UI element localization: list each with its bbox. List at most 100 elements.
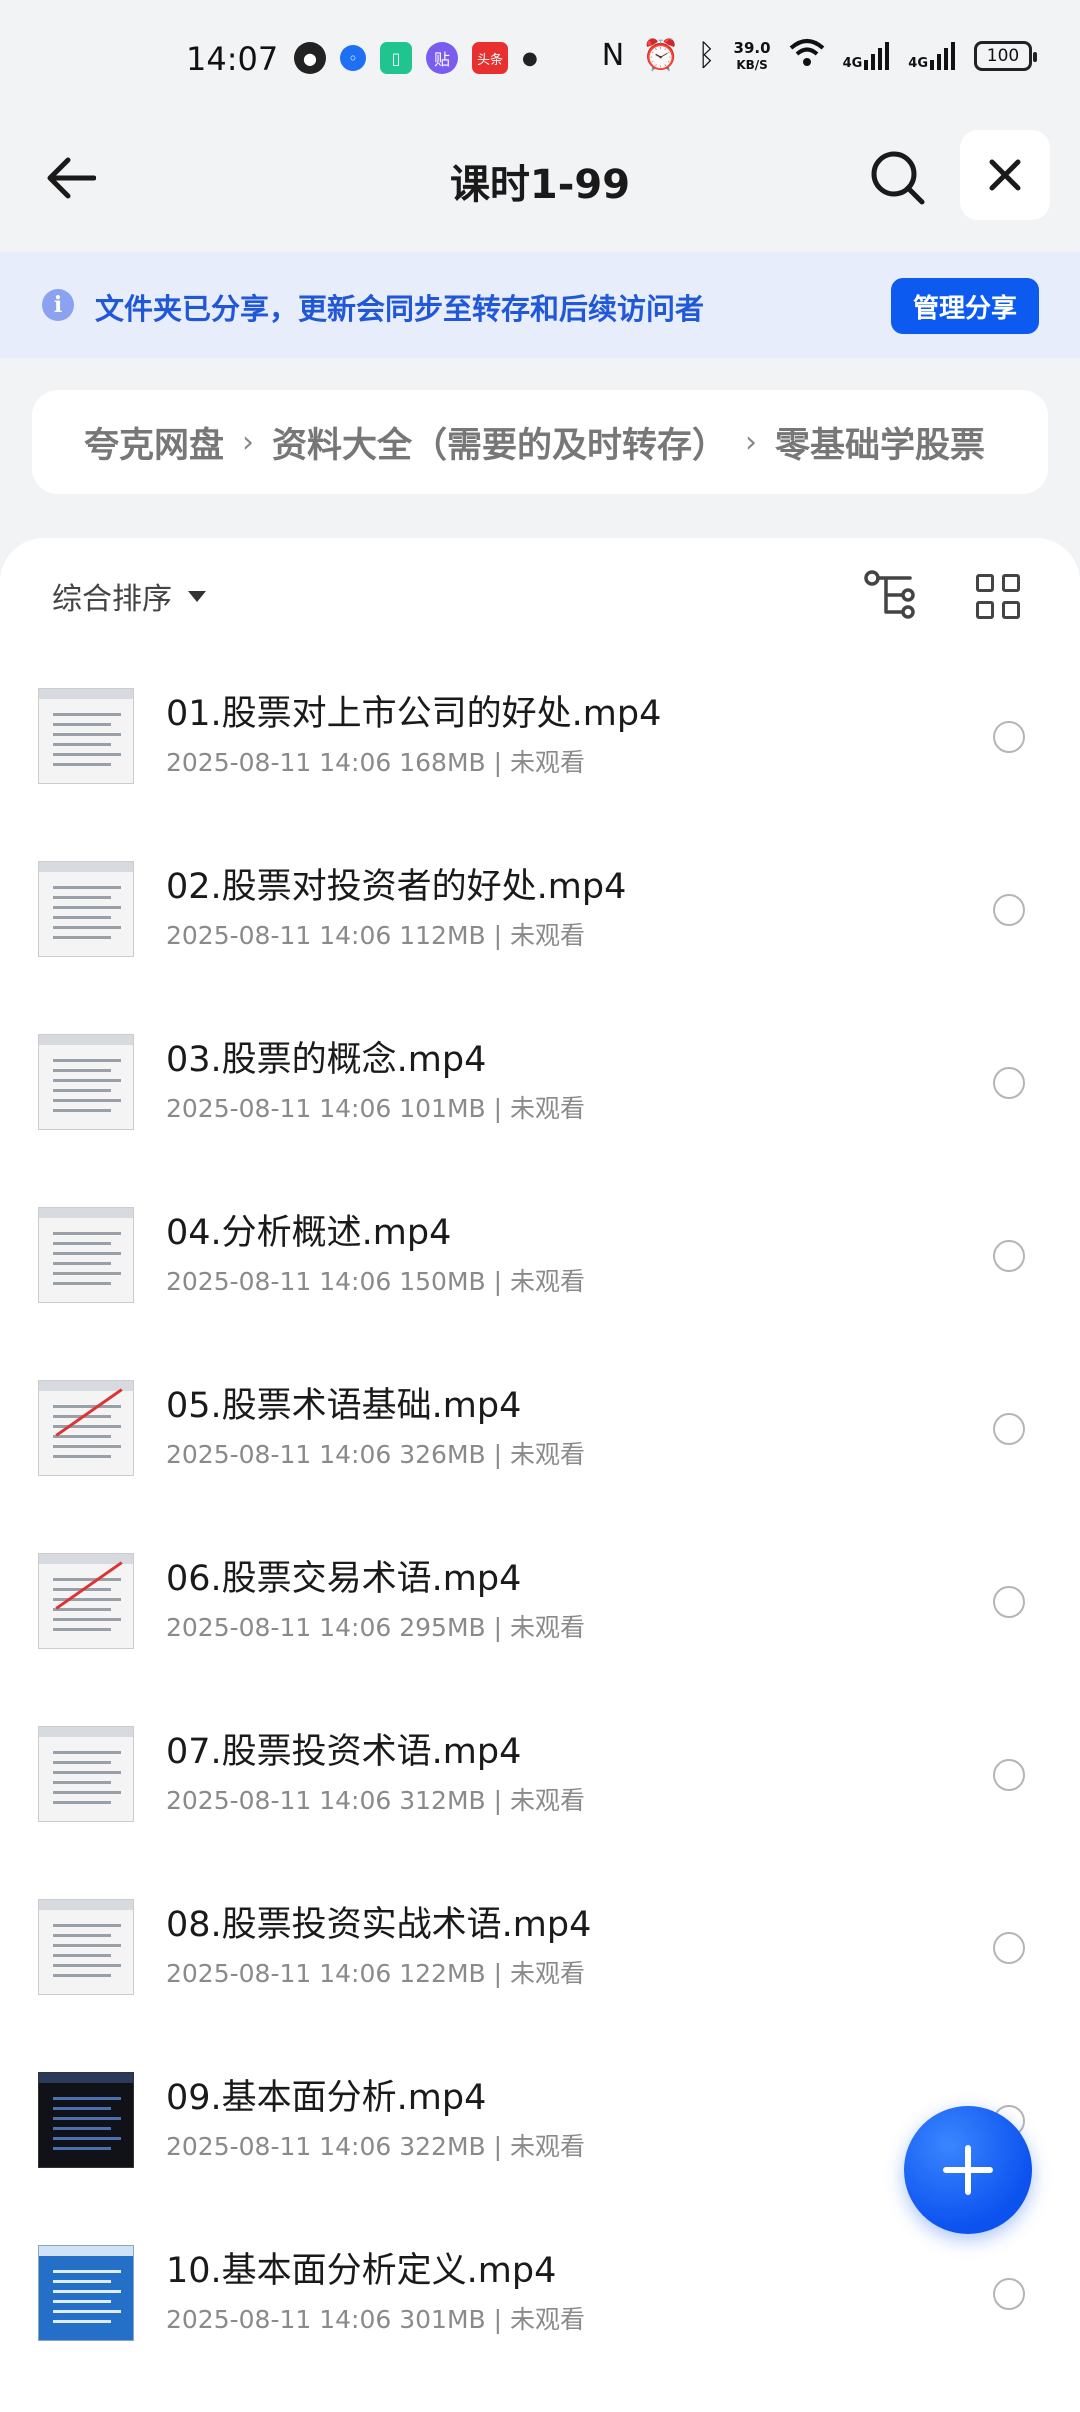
thumbnail-text-line: [53, 753, 121, 756]
file-row[interactable]: 07.股票投资术语.mp4 2025-08-11 14:06 312MB | 未观…: [0, 1691, 1080, 1864]
wifi-icon: [789, 38, 825, 74]
thumbnail-text-line: [53, 1964, 121, 1967]
caret-down-icon: [188, 590, 206, 602]
select-radio[interactable]: [993, 894, 1025, 926]
file-row[interactable]: 01.股票对上市公司的好处.mp4 2025-08-11 14:06 168MB …: [0, 653, 1080, 826]
thumbnail-text-line: [53, 1445, 121, 1448]
file-row[interactable]: 03.股票的概念.mp4 2025-08-11 14:06 101MB | 未观看: [0, 999, 1080, 1172]
thumbnail-text-line: [53, 1934, 111, 1937]
thumbnail-text-line: [53, 1618, 121, 1621]
thumbnail-text-line: [53, 1974, 111, 1977]
network-speed: 39.0 KB/S: [734, 40, 771, 73]
nfc-icon: N: [601, 38, 625, 73]
thumbnail-toolbar: [39, 2073, 133, 2083]
thumbnail-text-line: [53, 2097, 121, 2100]
video-thumbnail: [38, 688, 134, 784]
video-thumbnail: [38, 1207, 134, 1303]
breadcrumb-separator-icon: ›: [242, 424, 255, 460]
video-thumbnail: [38, 1899, 134, 1995]
thumbnail-text-line: [53, 1455, 111, 1458]
breadcrumb-item-root[interactable]: 夸克网盘: [84, 417, 224, 468]
select-radio[interactable]: [993, 1067, 1025, 1099]
select-radio[interactable]: [993, 1759, 1025, 1791]
file-row[interactable]: 08.股票投资实战术语.mp4 2025-08-11 14:06 122MB | …: [0, 1864, 1080, 2037]
video-thumbnail: [38, 1034, 134, 1130]
tree-structure-icon: [864, 570, 915, 619]
video-thumbnail: [38, 861, 134, 957]
thumbnail-text-line: [53, 1751, 121, 1754]
thumbnail-text-line: [53, 936, 111, 939]
header: 课时1-99: [0, 122, 1080, 252]
file-meta: 2025-08-11 14:06 168MB | 未观看: [166, 748, 585, 777]
select-radio[interactable]: [993, 1932, 1025, 1964]
file-meta: 2025-08-11 14:06 101MB | 未观看: [166, 1094, 585, 1123]
search-button[interactable]: [868, 148, 928, 208]
file-meta: 2025-08-11 14:06 122MB | 未观看: [166, 1959, 585, 1988]
thumbnail-text-line: [53, 916, 111, 919]
signal-icon-2: 4G: [908, 42, 956, 70]
robot-icon: ●: [294, 42, 326, 74]
file-meta: 2025-08-11 14:06 322MB | 未观看: [166, 2132, 585, 2161]
manage-share-button[interactable]: 管理分享: [891, 278, 1039, 334]
sort-dropdown[interactable]: 综合排序: [52, 574, 206, 618]
video-thumbnail: [38, 1380, 134, 1476]
thumbnail-text-line: [53, 1608, 111, 1611]
thumbnail-text-line: [53, 2320, 111, 2323]
thumbnail-text-line: [53, 733, 121, 736]
thumbnail-text-line: [53, 1771, 121, 1774]
select-radio[interactable]: [993, 2278, 1025, 2310]
thumbnail-text-line: [53, 1089, 111, 1092]
video-thumbnail: [38, 1726, 134, 1822]
file-row[interactable]: 06.股票交易术语.mp4 2025-08-11 14:06 295MB | 未观…: [0, 1518, 1080, 1691]
select-radio[interactable]: [993, 1240, 1025, 1272]
thumbnail-text-line: [53, 1761, 111, 1764]
tree-view-button[interactable]: [862, 568, 918, 624]
file-name: 02.股票对投资者的好处.mp4: [166, 867, 627, 907]
file-name: 01.股票对上市公司的好处.mp4: [166, 694, 662, 734]
thumbnail-text-line: [53, 1272, 121, 1275]
thumbnail-text-line: [53, 1791, 121, 1794]
select-radio[interactable]: [993, 1586, 1025, 1618]
file-row[interactable]: 05.股票术语基础.mp4 2025-08-11 14:06 326MB | 未观…: [0, 1345, 1080, 1518]
thumbnail-text-line: [53, 906, 121, 909]
file-row[interactable]: 02.股票对投资者的好处.mp4 2025-08-11 14:06 112MB |…: [0, 826, 1080, 999]
video-thumbnail: [38, 2072, 134, 2168]
thumbnail-text-line: [53, 1099, 121, 1102]
file-name: 07.股票投资术语.mp4: [166, 1732, 522, 1772]
file-meta: 2025-08-11 14:06 312MB | 未观看: [166, 1786, 585, 1815]
select-radio[interactable]: [993, 721, 1025, 753]
status-indicators: N ⏰ ᛒ 39.0 KB/S 4G 4G 100: [601, 38, 1037, 74]
file-meta: 2025-08-11 14:06 326MB | 未观看: [166, 1440, 585, 1469]
grid-view-button[interactable]: [976, 574, 1022, 620]
thumbnail-text-line: [53, 2147, 111, 2150]
breadcrumb-item-materials[interactable]: 资料大全（需要的及时转存）: [272, 417, 727, 468]
signal-label-2: 4G: [908, 56, 928, 71]
thumbnail-text-line: [53, 2127, 111, 2130]
thumbnail-text-line: [53, 1252, 121, 1255]
breadcrumb: 夸克网盘 › 资料大全（需要的及时转存） › 零基础学股票: [32, 390, 1048, 494]
sort-label: 综合排序: [52, 582, 172, 617]
file-name: 09.基本面分析.mp4: [166, 2078, 487, 2118]
thumbnail-text-line: [53, 1628, 111, 1631]
thumbnail-text-line: [53, 1944, 121, 1947]
status-bar: 14:07 ● ◦ ▯ 贴 头条 ● N ⏰ ᛒ 39.0 KB/S 4G 4G …: [0, 0, 1080, 122]
battery-icon: 100: [974, 41, 1037, 71]
notification-icons: ● ◦ ▯ 贴 头条 ●: [294, 42, 538, 74]
status-time: 14:07: [186, 40, 279, 78]
net-speed-unit: KB/S: [736, 57, 768, 72]
select-radio[interactable]: [993, 1413, 1025, 1445]
plus-icon: [943, 2145, 993, 2195]
thumbnail-text-line: [53, 2300, 111, 2303]
add-button[interactable]: [904, 2106, 1032, 2234]
toutiao-icon: 头条: [472, 42, 508, 74]
file-row[interactable]: 10.基本面分析定义.mp4 2025-08-11 14:06 301MB | 未…: [0, 2210, 1080, 2383]
close-button[interactable]: [960, 130, 1050, 220]
share-banner: i 文件夹已分享，更新会同步至转存和后续访问者 管理分享: [0, 252, 1080, 358]
breadcrumb-item-current[interactable]: 零基础学股票: [775, 417, 985, 468]
thumbnail-text-line: [53, 1405, 121, 1408]
thumbnail-toolbar: [39, 862, 133, 872]
thumbnail-toolbar: [39, 1208, 133, 1218]
bluetooth-icon: ᛒ: [697, 38, 716, 73]
browser-icon: ◦: [340, 45, 366, 71]
file-row[interactable]: 04.分析概述.mp4 2025-08-11 14:06 150MB | 未观看: [0, 1172, 1080, 1345]
